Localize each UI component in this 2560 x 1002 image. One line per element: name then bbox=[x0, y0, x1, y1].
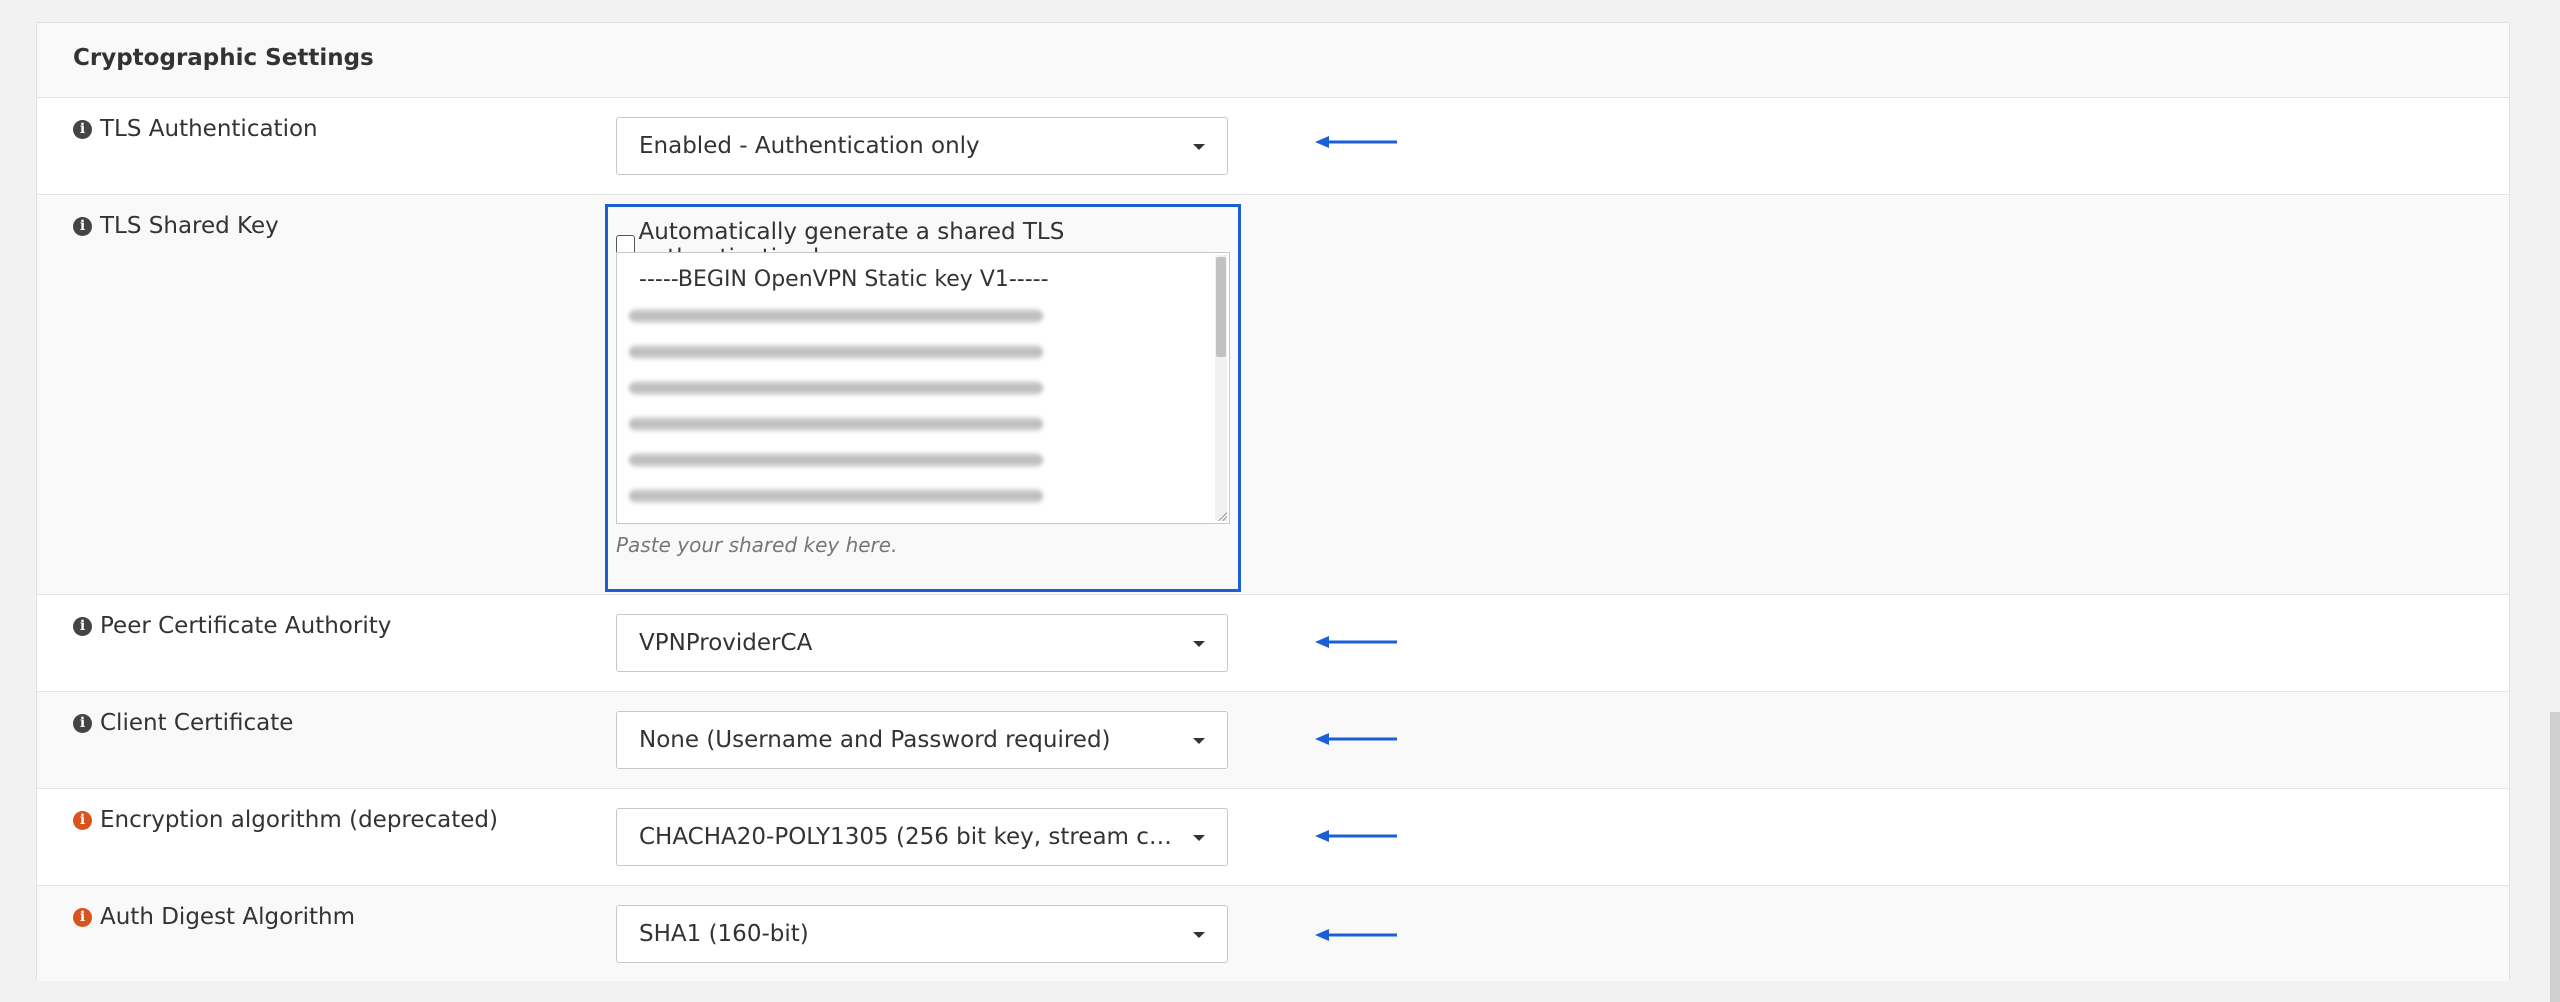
client-cert-select[interactable]: None (Username and Password required) bbox=[616, 711, 1228, 769]
row-peer-ca: i Peer Certificate Authority VPNProvider… bbox=[37, 594, 2509, 691]
key-first-line: -----BEGIN OpenVPN Static key V1----- bbox=[639, 267, 1049, 292]
encryption-label: i Encryption algorithm (deprecated) bbox=[73, 807, 498, 833]
redacted-key-line bbox=[629, 417, 1043, 431]
tls-auth-label: i TLS Authentication bbox=[73, 116, 318, 142]
encryption-label-text: Encryption algorithm (deprecated) bbox=[100, 807, 499, 833]
row-client-certificate: i Client Certificate None (Username and … bbox=[37, 691, 2509, 788]
peer-ca-value: VPNProviderCA bbox=[639, 630, 813, 656]
tls-key-hint: Paste your shared key here. bbox=[616, 533, 898, 557]
peer-ca-label-text: Peer Certificate Authority bbox=[100, 613, 392, 639]
tls-auth-label-text: TLS Authentication bbox=[100, 116, 318, 142]
client-cert-label: i Client Certificate bbox=[73, 710, 293, 736]
info-circle-icon[interactable]: i bbox=[73, 216, 92, 236]
left-arrow-annotation-icon bbox=[1315, 830, 1397, 842]
redacted-key-line bbox=[629, 381, 1043, 395]
row-auth-digest: i Auth Digest Algorithm SHA1 (160-bit) bbox=[37, 885, 2509, 981]
tls-auth-select[interactable]: Enabled - Authentication only bbox=[616, 117, 1228, 175]
auth-digest-label-text: Auth Digest Algorithm bbox=[100, 904, 356, 930]
redacted-key-line bbox=[629, 309, 1043, 323]
section-title: Cryptographic Settings bbox=[73, 45, 374, 71]
auth-digest-label: i Auth Digest Algorithm bbox=[73, 904, 355, 930]
client-cert-label-text: Client Certificate bbox=[100, 710, 294, 736]
tls-key-highlight-box: Automatically generate a shared TLS auth… bbox=[605, 204, 1241, 592]
left-arrow-annotation-icon bbox=[1315, 136, 1397, 148]
encryption-value: CHACHA20-POLY1305 (256 bit key, stream c… bbox=[639, 824, 1177, 850]
peer-ca-label: i Peer Certificate Authority bbox=[73, 613, 391, 639]
row-tls-authentication: i TLS Authentication Enabled - Authentic… bbox=[37, 97, 2509, 194]
tls-auth-value: Enabled - Authentication only bbox=[639, 133, 980, 159]
caret-down-icon bbox=[1193, 641, 1205, 647]
left-arrow-annotation-icon bbox=[1315, 636, 1397, 648]
caret-down-icon bbox=[1193, 144, 1205, 150]
client-cert-value: None (Username and Password required) bbox=[639, 727, 1111, 753]
left-arrow-annotation-icon bbox=[1315, 929, 1397, 941]
row-encryption-algorithm: i Encryption algorithm (deprecated) CHAC… bbox=[37, 788, 2509, 885]
crypto-settings-panel: Cryptographic Settings i TLS Authenticat… bbox=[36, 22, 2510, 981]
redacted-key-line bbox=[629, 489, 1043, 503]
textarea-scrollbar[interactable] bbox=[1215, 255, 1227, 521]
auth-digest-value: SHA1 (160-bit) bbox=[639, 921, 809, 947]
redacted-key-line bbox=[629, 453, 1043, 467]
resize-handle-icon[interactable] bbox=[1217, 511, 1227, 521]
warning-info-icon[interactable]: i bbox=[73, 810, 92, 830]
warning-info-icon[interactable]: i bbox=[73, 907, 92, 927]
caret-down-icon bbox=[1193, 835, 1205, 841]
page-scrollbar[interactable] bbox=[2550, 712, 2560, 1002]
info-circle-icon[interactable]: i bbox=[73, 119, 92, 139]
left-arrow-annotation-icon bbox=[1315, 733, 1397, 745]
encryption-select[interactable]: CHACHA20-POLY1305 (256 bit key, stream c… bbox=[616, 808, 1228, 866]
info-circle-icon[interactable]: i bbox=[73, 616, 92, 636]
tls-key-label-text: TLS Shared Key bbox=[100, 213, 279, 239]
section-header: Cryptographic Settings bbox=[37, 23, 2509, 97]
caret-down-icon bbox=[1193, 738, 1205, 744]
textarea-scroll-thumb[interactable] bbox=[1216, 257, 1226, 357]
tls-key-textarea[interactable]: -----BEGIN OpenVPN Static key V1----- bbox=[616, 252, 1230, 524]
peer-ca-select[interactable]: VPNProviderCA bbox=[616, 614, 1228, 672]
tls-key-label: i TLS Shared Key bbox=[73, 213, 279, 239]
info-circle-icon[interactable]: i bbox=[73, 713, 92, 733]
auth-digest-select[interactable]: SHA1 (160-bit) bbox=[616, 905, 1228, 963]
row-tls-shared-key: i TLS Shared Key bbox=[37, 194, 2509, 594]
caret-down-icon bbox=[1193, 932, 1205, 938]
redacted-key-line bbox=[629, 345, 1043, 359]
